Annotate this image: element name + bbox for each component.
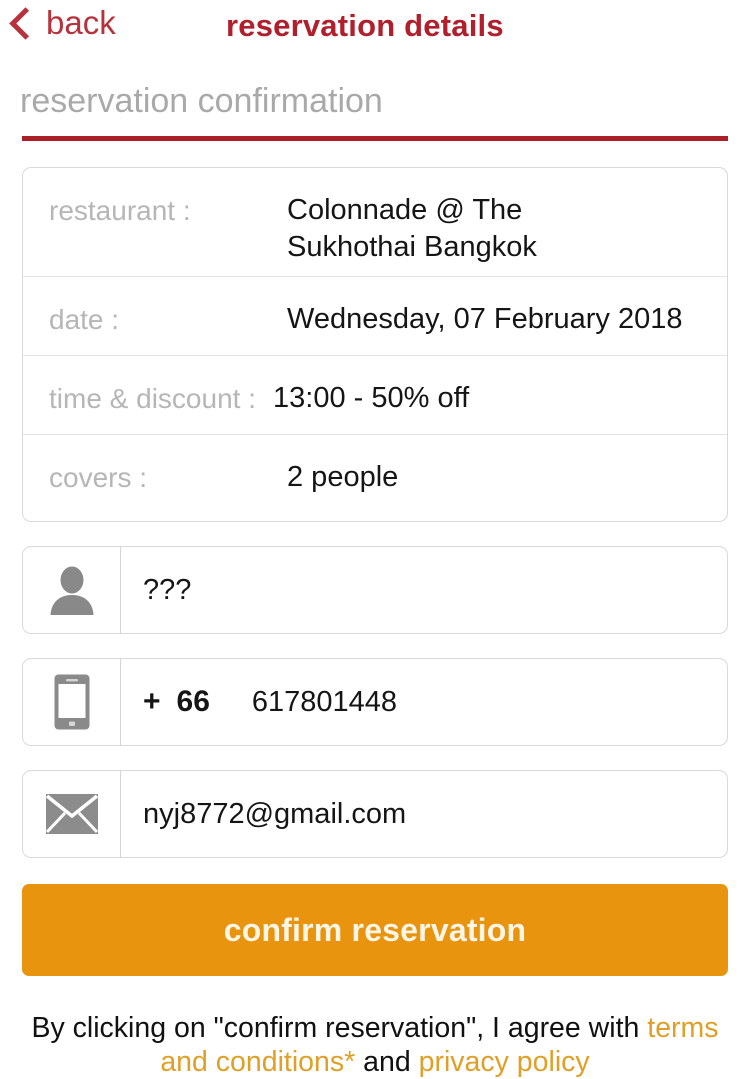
country-code-value[interactable]: 66	[177, 685, 210, 719]
row-value-time-discount: 13:00 - 50% off	[273, 382, 470, 414]
back-button[interactable]: back	[9, 4, 116, 41]
row-label-time-discount: time & discount :	[49, 383, 256, 414]
table-row: time & discount : 13:00 - 50% off	[23, 355, 727, 434]
legal-disclaimer: By clicking on "confirm reservation", I …	[18, 1012, 732, 1079]
row-label-covers: covers :	[49, 462, 148, 493]
country-code-plus: +	[143, 685, 161, 718]
row-value-restaurant: Colonnade @ The Sukhothai Bangkok	[287, 194, 537, 264]
name-field[interactable]: ???	[22, 546, 728, 634]
envelope-icon	[23, 771, 121, 857]
top-bar: back reservation details	[0, 0, 750, 62]
email-field[interactable]: nyj8772@gmail.com	[22, 770, 728, 858]
legal-text-middle: and	[355, 1045, 419, 1078]
page-title: reservation details	[226, 8, 504, 43]
back-button-label: back	[46, 4, 116, 41]
table-row: covers : 2 people	[23, 434, 727, 521]
row-label-restaurant: restaurant :	[49, 195, 191, 226]
name-input[interactable]: ???	[121, 547, 727, 633]
phone-field[interactable]: + 66 617801448	[22, 658, 728, 746]
privacy-policy-link[interactable]: privacy policy	[419, 1046, 590, 1078]
table-row: date : Wednesday, 07 February 2018	[23, 276, 727, 355]
row-label-date: date :	[49, 304, 120, 335]
legal-text-before: By clicking on "confirm reservation", I …	[31, 1012, 648, 1044]
reservation-details-card: restaurant : Colonnade @ The Sukhothai B…	[22, 167, 728, 522]
email-input[interactable]: nyj8772@gmail.com	[121, 771, 727, 857]
confirm-reservation-button[interactable]: confirm reservation	[22, 884, 728, 976]
section-subtitle: reservation confirmation	[20, 82, 383, 120]
table-row: restaurant : Colonnade @ The Sukhothai B…	[23, 168, 727, 276]
row-value-covers: 2 people	[287, 461, 399, 493]
row-value-date: Wednesday, 07 February 2018	[287, 303, 683, 335]
phone-number-value[interactable]: 617801448	[252, 686, 397, 719]
section-divider	[22, 136, 728, 141]
phone-input[interactable]: + 66 617801448	[121, 659, 727, 745]
person-icon	[23, 547, 121, 633]
mobile-phone-icon	[23, 659, 121, 745]
chevron-left-icon	[9, 7, 42, 40]
